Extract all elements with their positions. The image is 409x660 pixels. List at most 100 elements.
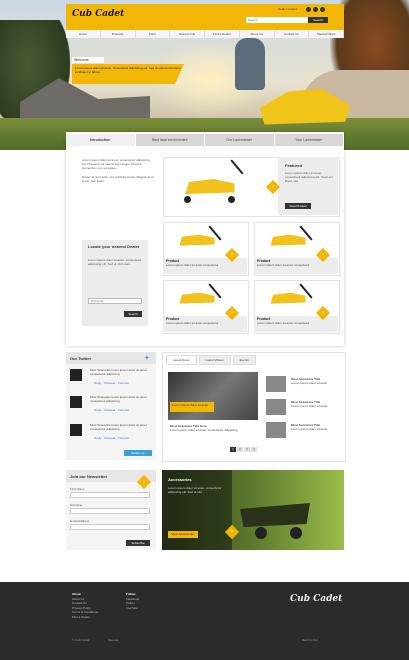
nav-item[interactable]: Find a Dealer: [205, 30, 240, 38]
news-thumbnail[interactable]: [266, 399, 286, 415]
nav-item[interactable]: Owners Info: [170, 30, 205, 38]
twitter-icon[interactable]: [313, 7, 318, 12]
pagination: 1234: [230, 447, 258, 452]
product-desc: Lorem ipsum dolor sit amet consectetur: [257, 321, 310, 325]
arrow-diamond-icon[interactable]: ›: [224, 247, 240, 263]
avatar: [70, 424, 82, 436]
retweet-link[interactable]: Retweet: [104, 436, 115, 440]
nav-item[interactable]: About Us: [240, 30, 275, 38]
video-player[interactable]: [168, 372, 258, 420]
email-input[interactable]: [70, 524, 150, 530]
tab-our-lawnmower[interactable]: Our Lawnmower: [205, 134, 275, 146]
tweet-actions: Reply · Retweet · Favorite: [94, 381, 129, 385]
field-label: First Name: [70, 487, 85, 491]
arrow-diamond-icon[interactable]: ›: [315, 305, 331, 321]
retweet-link[interactable]: Retweet: [104, 408, 115, 412]
tab-events[interactable]: Events: [232, 355, 256, 365]
field-label: Surname: [70, 503, 83, 507]
reply-link[interactable]: Reply: [94, 436, 102, 440]
page-button[interactable]: 4: [251, 447, 257, 452]
tweet-text: Most Scenarios lorem ipsum dolor sit ame…: [90, 423, 147, 431]
product-caption: Product Lorem ipsum dolor sit amet consec…: [254, 316, 338, 332]
tab-latest-videos[interactable]: Latest Videos: [198, 355, 231, 365]
reply-link[interactable]: Reply: [94, 381, 102, 385]
footer-link[interactable]: Find a Dealer: [72, 615, 98, 620]
promo-overlay: [162, 470, 232, 550]
reply-link[interactable]: Reply: [94, 408, 102, 412]
footer-link[interactable]: Terms & Conditions: [72, 610, 98, 615]
arrow-diamond-icon[interactable]: ›: [224, 305, 240, 321]
tab-introduction[interactable]: Introduction: [66, 134, 136, 146]
tab-best-lawn[interactable]: Best lawn environment: [135, 134, 205, 146]
facebook-icon[interactable]: [306, 7, 311, 12]
arrow-diamond-icon[interactable]: ›: [265, 179, 281, 195]
nav-item[interactable]: Products: [101, 30, 136, 38]
view-accessories-button[interactable]: View Accessories: [168, 531, 198, 538]
tweet-actions: Reply · Retweet · Favorite: [94, 436, 129, 440]
intro-paragraph: Donec at nunc felis, nec vehicula metus.…: [82, 175, 154, 183]
arrow-diamond-icon[interactable]: ›: [224, 524, 240, 540]
search-button[interactable]: Search: [308, 17, 328, 23]
dealer-search-button[interactable]: Search: [124, 311, 142, 317]
search-input[interactable]: [246, 17, 310, 23]
retweet-link[interactable]: Retweet: [104, 381, 115, 385]
mower-wheel: [184, 196, 191, 203]
surname-input[interactable]: [70, 508, 150, 514]
content-tabs: Introduction Best lawn environment Our L…: [66, 134, 344, 146]
video-caption: Lorem ipsum dolor sit amet: [170, 402, 214, 412]
news-item[interactable]: Most Scenarios Title Lorem ipsum dolor si…: [291, 377, 337, 385]
page-button[interactable]: 1: [230, 447, 236, 452]
promo-title: Accessories: [168, 477, 192, 482]
page-button[interactable]: 3: [244, 447, 250, 452]
product-desc: Lorem ipsum dolor sit amet consectetur: [166, 321, 219, 325]
news-thumbnail[interactable]: [266, 422, 286, 438]
twitter-bird-icon: ✦: [144, 355, 150, 362]
promo-text: Lorem ipsum dolor sit amet, consectetur …: [168, 486, 222, 494]
main-nav: Home Products Parts Owners Info Find a D…: [66, 30, 344, 38]
first-name-input[interactable]: [70, 492, 150, 498]
nav-item[interactable]: Contact Us: [275, 30, 310, 38]
welcome-label: Welcome: [72, 57, 104, 63]
logo[interactable]: Cub Cadet: [72, 9, 124, 19]
favorite-link[interactable]: Favorite: [118, 381, 129, 385]
favorite-link[interactable]: Favorite: [118, 408, 129, 412]
nav-item[interactable]: Parts: [136, 30, 171, 38]
footer-logo[interactable]: Cub Cadet: [290, 594, 342, 604]
sitemap-link[interactable]: Sitemap: [108, 638, 119, 642]
back-to-top-link[interactable]: Back to Top: [302, 638, 318, 642]
news-desc: Lorem ipsum dolor sit amet: [291, 427, 328, 431]
nav-item[interactable]: Special Offers: [309, 30, 344, 38]
footer: [0, 582, 409, 660]
video-description: Most Scenarios Title Here Lorem ipsum dol…: [170, 424, 258, 432]
news-item[interactable]: Most Scenarios Title Lorem ipsum dolor si…: [291, 423, 337, 431]
follow-button[interactable]: Follow us: [124, 450, 152, 456]
nav-item[interactable]: Home: [66, 30, 101, 38]
news-thumbnail[interactable]: [266, 376, 286, 392]
page-button[interactable]: 2: [237, 447, 243, 452]
tab-your-lawnmower[interactable]: Your Lawnmower: [274, 134, 344, 146]
footer-copyright: © Cub Cadet: [72, 638, 90, 642]
welcome-banner: Lorem ipsum dolor sit amet, consectetur …: [72, 64, 184, 84]
product-caption: Product Lorem ipsum dolor sit amet consec…: [254, 258, 338, 274]
favorite-link[interactable]: Favorite: [118, 436, 129, 440]
youtube-icon[interactable]: [320, 7, 325, 12]
arrow-diamond-icon[interactable]: ›: [315, 247, 331, 263]
newsletter-title: Join our Newsletter: [70, 474, 108, 479]
news-desc: Lorem ipsum dolor sit amet: [291, 404, 328, 408]
footer-column: Follow Facebook Twitter YouTube: [126, 592, 139, 610]
utility-link[interactable]: Dealer Locator: [278, 7, 298, 11]
twitter-title: Our Twitter: [70, 356, 92, 361]
view-product-button[interactable]: View Product: [285, 203, 311, 209]
footer-link[interactable]: YouTube: [126, 606, 139, 611]
rider-image: [235, 38, 265, 90]
subscribe-button[interactable]: Subscribe: [126, 540, 150, 546]
trailer-wheel: [290, 527, 302, 539]
product-caption: Product Lorem ipsum dolor sit amet consec…: [163, 316, 247, 332]
news-item[interactable]: Most Scenarios Title Lorem ipsum dolor si…: [291, 400, 337, 408]
postcode-input[interactable]: [88, 298, 142, 304]
footer-column: About About Us Contact Us Privacy Policy…: [72, 592, 98, 619]
product-desc: Lorem ipsum dolor sit amet consectetur: [257, 263, 310, 267]
field-label: Email Address: [70, 519, 90, 523]
tab-latest-news[interactable]: Latest News: [166, 355, 197, 365]
avatar: [70, 396, 82, 408]
